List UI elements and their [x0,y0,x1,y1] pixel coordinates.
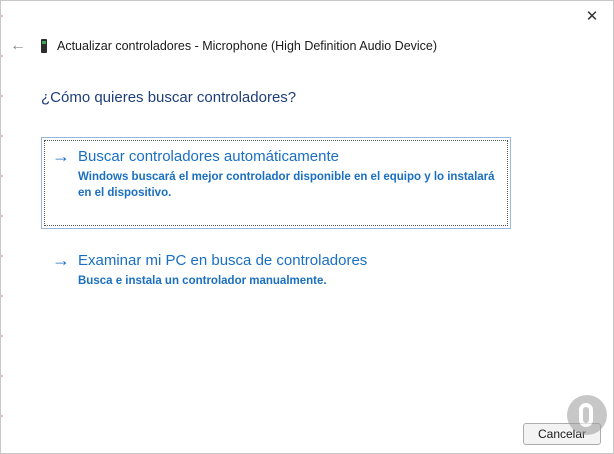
option-description: Busca e instala un controlador manualmen… [78,275,327,287]
arrow-right-icon: → [52,146,70,166]
back-arrow-icon: ← [10,37,26,54]
watermark-logo [567,395,607,435]
browse-computer-option[interactable]: → Examinar mi PC en busca de controlador… [41,241,511,297]
window-title: Actualizar controladores - Microphone (H… [57,39,438,53]
window-edge [1,1,3,453]
close-icon: ✕ [585,8,599,25]
back-button[interactable]: ← [1,31,35,61]
option-title: Examinar mi PC en busca de controladores [78,252,368,269]
search-automatically-option[interactable]: → Buscar controladores automáticamente W… [41,137,511,229]
arrow-right-icon: → [52,250,70,270]
close-button[interactable]: ✕ [575,5,609,27]
page-heading: ¿Cómo quieres buscar controladores? [41,89,297,106]
option-description: Windows buscará el mejor controlador dis… [78,171,495,199]
driver-update-dialog: ✕ ← Actualizar controladores - Microphon… [0,0,614,454]
title-bar: ← Actualizar controladores - Microphone … [1,31,613,61]
audio-device-icon [39,39,49,53]
option-title: Buscar controladores automáticamente [78,148,339,165]
